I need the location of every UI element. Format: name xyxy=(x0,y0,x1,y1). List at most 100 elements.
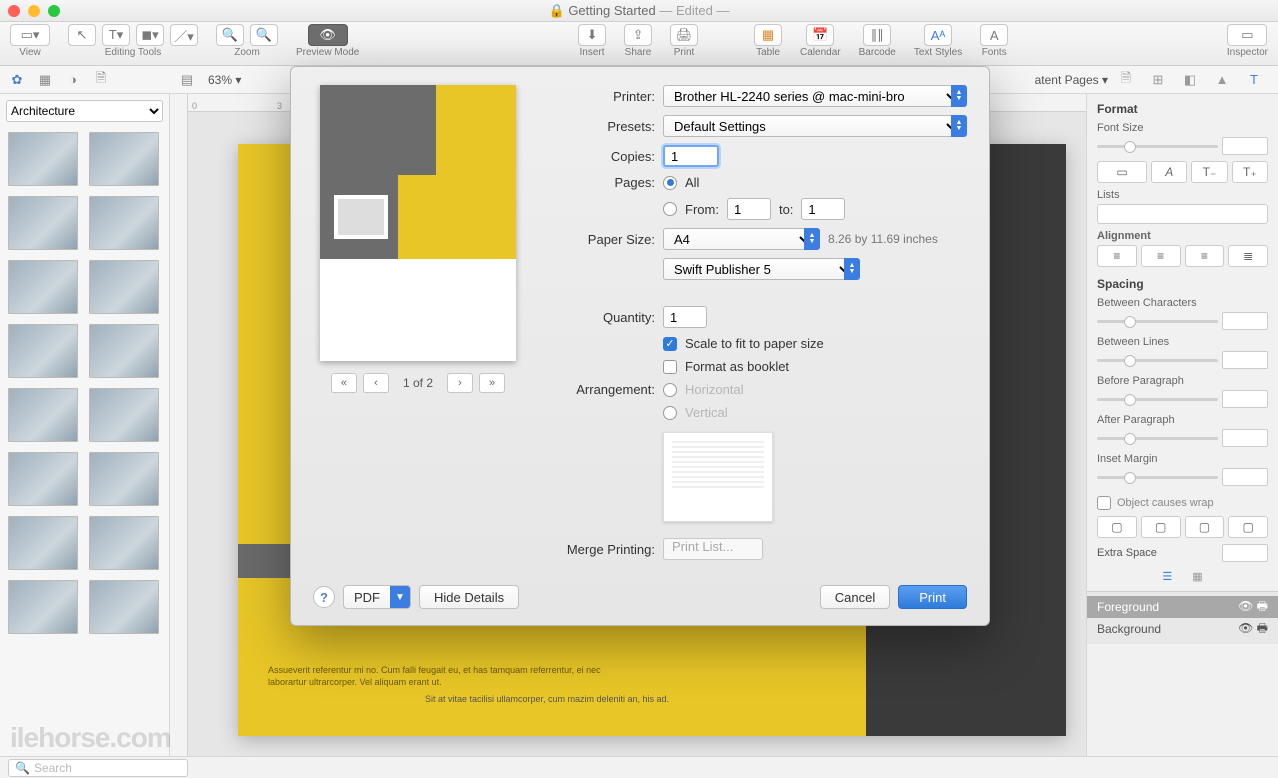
cancel-button[interactable]: Cancel xyxy=(820,585,890,609)
line-tool-icon[interactable]: ／▾ xyxy=(170,24,198,46)
copies-input[interactable] xyxy=(663,145,719,167)
clipart-thumb[interactable] xyxy=(89,452,159,506)
pages-panel-icon[interactable]: ▤ xyxy=(176,70,198,90)
visibility-icon[interactable]: 👁 🖶 xyxy=(1238,597,1268,618)
inset-slider[interactable] xyxy=(1097,470,1218,484)
wrap-right-icon[interactable]: ▢ xyxy=(1141,516,1181,538)
search-input[interactable]: 🔍 Search xyxy=(8,759,188,777)
line-spacing-field[interactable] xyxy=(1222,351,1268,369)
source-files-icon[interactable]: 🗎 xyxy=(90,70,112,90)
source-cliparts-icon[interactable]: ✿ xyxy=(6,70,28,90)
calendar-button[interactable]: 📅 xyxy=(806,24,834,46)
category-select[interactable]: Architecture xyxy=(6,100,163,122)
papersize-select[interactable]: A4 xyxy=(663,228,813,250)
clipart-thumb[interactable] xyxy=(89,196,159,250)
inspector-tab-doc-icon[interactable]: 🗎 xyxy=(1116,70,1136,90)
clipart-thumb[interactable] xyxy=(8,196,78,250)
merge-printlist-button[interactable]: Print List... xyxy=(663,538,763,560)
print-button[interactable]: 🖨 xyxy=(670,24,698,46)
background-layer[interactable]: Background xyxy=(1097,622,1161,636)
window-minimize-button[interactable] xyxy=(28,5,40,17)
inspector-tab-appearance-icon[interactable]: ◧ xyxy=(1180,70,1200,90)
pdf-dropdown-button[interactable]: PDF▼ xyxy=(343,585,411,609)
fonts-button[interactable]: A xyxy=(980,24,1008,46)
char-spacing-field[interactable] xyxy=(1222,312,1268,330)
source-photos-icon[interactable]: ▦ xyxy=(34,70,56,90)
visibility-icon[interactable]: 👁 🖶 xyxy=(1238,619,1268,640)
clipart-thumb[interactable] xyxy=(8,260,78,314)
printer-select[interactable]: Brother HL-2240 series @ mac-mini-bro xyxy=(663,85,960,107)
wrap-around-icon[interactable]: ▢ xyxy=(1185,516,1225,538)
layers-icon[interactable]: ☰ xyxy=(1162,570,1172,583)
inset-field[interactable] xyxy=(1222,468,1268,486)
line-spacing-slider[interactable] xyxy=(1097,353,1218,367)
clipart-thumb[interactable] xyxy=(8,580,78,634)
clipart-thumb[interactable] xyxy=(8,388,78,442)
window-close-button[interactable] xyxy=(8,5,20,17)
clipart-thumb[interactable] xyxy=(89,324,159,378)
presets-select[interactable]: Default Settings xyxy=(663,115,960,137)
wrap-checkbox[interactable] xyxy=(1097,496,1111,510)
clipart-thumb[interactable] xyxy=(89,388,159,442)
window-zoom-button[interactable] xyxy=(48,5,60,17)
zoom-in-icon[interactable]: 🔍 xyxy=(250,24,278,46)
fontsize-field[interactable] xyxy=(1222,137,1268,155)
print-confirm-button[interactable]: Print xyxy=(898,585,967,609)
scale-checkbox[interactable]: ✓ xyxy=(663,337,677,351)
table-button[interactable]: ▦ xyxy=(754,24,782,46)
inspector-tab-geometry-icon[interactable]: ⊞ xyxy=(1148,70,1168,90)
after-para-slider[interactable] xyxy=(1097,431,1218,445)
text-tool-icon[interactable]: T▾ xyxy=(102,24,130,46)
align-center-icon[interactable]: ≡ xyxy=(1141,245,1181,267)
after-para-field[interactable] xyxy=(1222,429,1268,447)
decrease-size-button[interactable]: T₋ xyxy=(1191,161,1227,183)
pages-all-radio[interactable] xyxy=(663,176,677,190)
content-pages-dropdown[interactable]: atent Pages ▾ xyxy=(1035,73,1108,87)
app-options-select[interactable]: Swift Publisher 5 xyxy=(663,258,853,280)
char-spacing-slider[interactable] xyxy=(1097,314,1218,328)
preview-mode-button[interactable]: 👁 xyxy=(308,24,348,46)
foreground-layer[interactable]: Foreground xyxy=(1097,600,1159,614)
selection-tool-icon[interactable]: ↖ xyxy=(68,24,96,46)
inspector-button[interactable]: ▭ xyxy=(1227,24,1267,46)
italic-button[interactable]: A xyxy=(1151,161,1187,183)
clipart-thumb[interactable] xyxy=(89,580,159,634)
clipart-thumb[interactable] xyxy=(89,132,159,186)
shape-tool-icon[interactable]: ◼▾ xyxy=(136,24,164,46)
grid-icon[interactable]: ▦ xyxy=(1192,570,1202,583)
pages-from-input[interactable] xyxy=(727,198,771,220)
share-button[interactable]: ⇪ xyxy=(624,24,652,46)
clipart-thumb[interactable] xyxy=(89,516,159,570)
fontsize-slider[interactable] xyxy=(1097,139,1218,153)
help-button[interactable]: ? xyxy=(313,586,335,608)
arrangement-horizontal-radio[interactable] xyxy=(663,383,677,397)
hide-details-button[interactable]: Hide Details xyxy=(419,585,519,609)
textstyles-button[interactable]: Aᴬ xyxy=(924,24,952,46)
align-left-icon[interactable]: ≡ xyxy=(1097,245,1137,267)
clipart-thumb[interactable] xyxy=(8,132,78,186)
preview-last-button[interactable]: » xyxy=(479,373,505,393)
preview-next-button[interactable]: › xyxy=(447,373,473,393)
lists-select[interactable] xyxy=(1097,204,1268,224)
preview-prev-button[interactable]: ‹ xyxy=(363,373,389,393)
zoom-out-icon[interactable]: 🔍 xyxy=(216,24,244,46)
insert-button[interactable]: ⬇ xyxy=(578,24,606,46)
zoom-display[interactable]: 63% ▾ xyxy=(208,73,241,87)
quantity-input[interactable] xyxy=(663,306,707,328)
source-smart-icon[interactable]: ◑ xyxy=(62,70,84,90)
clipart-thumb[interactable] xyxy=(8,324,78,378)
wrap-none-icon[interactable]: ▢ xyxy=(1228,516,1268,538)
barcode-button[interactable]: ∥∥ xyxy=(863,24,891,46)
inspector-tab-text-icon[interactable]: T xyxy=(1244,70,1264,90)
view-button[interactable]: ▭▾ xyxy=(10,24,50,46)
arrangement-vertical-radio[interactable] xyxy=(663,406,677,420)
clipart-thumb[interactable] xyxy=(8,516,78,570)
pages-range-radio[interactable] xyxy=(663,202,677,216)
clipart-thumb[interactable] xyxy=(89,260,159,314)
inspector-tab-image-icon[interactable]: ▲ xyxy=(1212,70,1232,90)
align-right-icon[interactable]: ≡ xyxy=(1185,245,1225,267)
pages-to-input[interactable] xyxy=(801,198,845,220)
before-para-field[interactable] xyxy=(1222,390,1268,408)
align-justify-icon[interactable]: ≣ xyxy=(1228,245,1268,267)
wrap-left-icon[interactable]: ▢ xyxy=(1097,516,1137,538)
